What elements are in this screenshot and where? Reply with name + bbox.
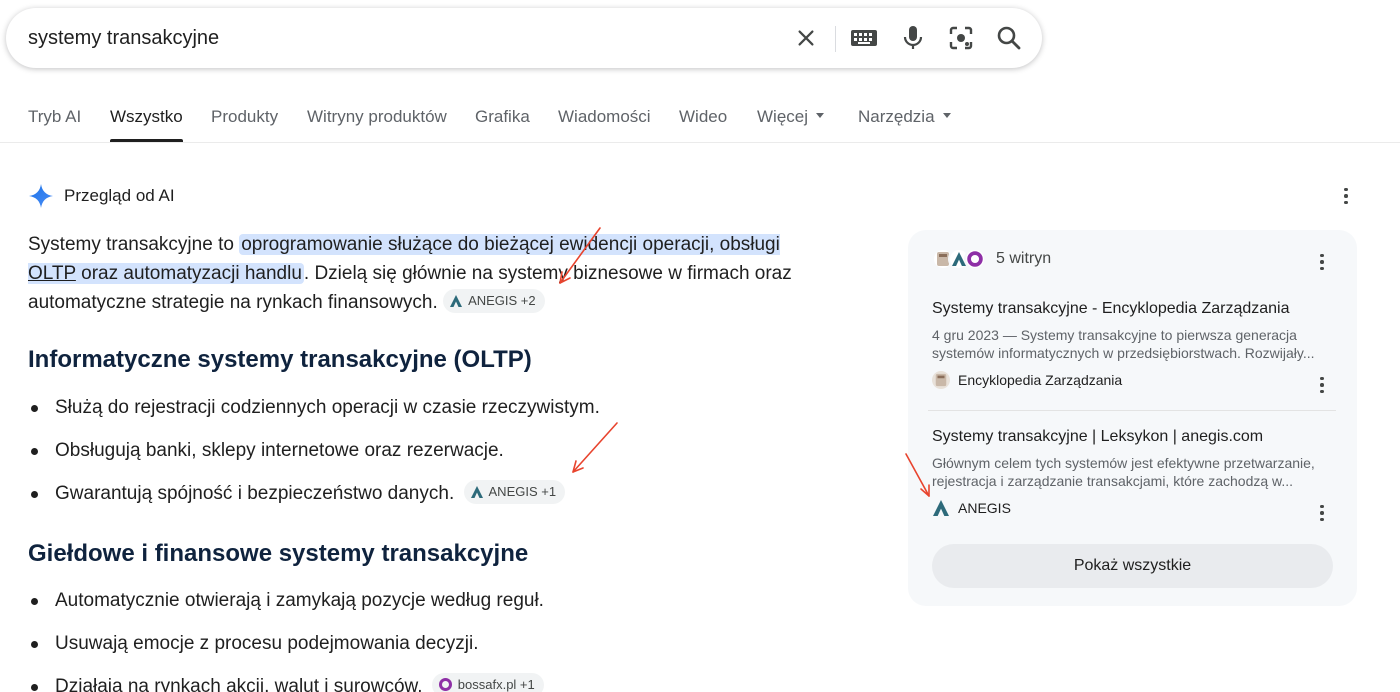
tab-witryny-produktow[interactable]: Witryny produktów	[307, 107, 447, 127]
sources-divider	[928, 410, 1336, 411]
anegis-favicon-icon	[932, 499, 950, 517]
list-item-text: Automatycznie otwierają i zamykają pozyc…	[55, 590, 544, 611]
search-icon[interactable]	[993, 22, 1025, 54]
list-item-text: Obsługują banki, sklepy internetowe oraz…	[55, 440, 504, 461]
chevron-down-icon	[816, 113, 825, 119]
list-item-text: Służą do rejestracji codziennych operacj…	[55, 397, 600, 418]
ai-overview-more-icon[interactable]	[1334, 184, 1358, 208]
section-heading-oltp: Informatyczne systemy transakcyjne (OLTP…	[28, 346, 532, 373]
source-more-icon[interactable]	[1310, 501, 1334, 525]
source-site: Encyklopedia Zarządzania	[932, 371, 1336, 389]
list-item-text: Gwarantują spójność i bezpieczeństwo dan…	[55, 483, 455, 504]
source-chip-bossafx[interactable]: bossafx.pl +1	[431, 672, 544, 692]
tab-wszystko[interactable]: Wszystko	[110, 107, 183, 127]
tab-wiecej-label: Więcej	[757, 107, 809, 126]
tab-produkty[interactable]: Produkty	[211, 107, 278, 127]
keyboard-icon[interactable]	[848, 22, 880, 54]
source-favicons	[932, 248, 986, 270]
section-list-oltp: Służą do rejestracji codziennych operacj…	[28, 395, 600, 507]
search-tabs: Tryb AI Wszystko Produkty Witryny produk…	[0, 96, 1400, 143]
search-input[interactable]	[28, 8, 768, 68]
sources-panel-header[interactable]: 5 witryn	[932, 248, 1051, 270]
source-chip-anegis[interactable]: ANEGIS +1	[463, 479, 566, 504]
intro-highlight-text-2: oraz automatyzacji handlu	[75, 263, 302, 284]
close-icon[interactable]	[790, 22, 822, 54]
section-list-gieldowe: Automatycznie otwierają i zamykają pozyc…	[28, 588, 544, 692]
source-card[interactable]: Systemy transakcyjne - Encyklopedia Zarz…	[932, 300, 1336, 389]
list-item: Usuwają emocje z procesu podejmowania de…	[28, 631, 544, 657]
section-heading-gieldowe: Giełdowe i finansowe systemy transakcyjn…	[28, 540, 529, 567]
mic-icon[interactable]	[897, 22, 929, 54]
sources-panel: 5 witryn Systemy transakcyjne - Encyklop…	[908, 230, 1357, 606]
source-title[interactable]: Systemy transakcyjne | Leksykon | anegis…	[932, 428, 1336, 446]
source-title[interactable]: Systemy transakcyjne - Encyklopedia Zarz…	[932, 300, 1336, 318]
anegis-logo-icon	[470, 485, 483, 498]
search-divider	[835, 26, 836, 52]
list-item-text: Działają na rynkach akcji, walut i surow…	[55, 676, 423, 692]
tab-narzedzia-label: Narzędzia	[858, 107, 935, 126]
list-item: Obsługują banki, sklepy internetowe oraz…	[28, 438, 600, 464]
source-chip-label: ANEGIS +1	[488, 483, 557, 499]
tab-wideo[interactable]: Wideo	[679, 107, 727, 127]
bossafx-favicon-icon	[964, 248, 986, 270]
encyklopedia-favicon-icon	[932, 371, 950, 389]
source-card[interactable]: Systemy transakcyjne | Leksykon | anegis…	[932, 428, 1336, 517]
source-site-name: ANEGIS	[958, 500, 1011, 516]
active-tab-indicator	[110, 139, 183, 142]
tab-wiadomosci[interactable]: Wiadomości	[558, 107, 651, 127]
source-snippet: 4 gru 2023 — Systemy transakcyjne to pie…	[932, 327, 1315, 361]
intro-highlight-text-1: oprogramowanie służące do bieżącej ewide…	[241, 234, 780, 255]
ai-overview-header: Przegląd od AI	[28, 181, 175, 211]
list-item: Działają na rynkach akcji, walut i surow…	[28, 672, 544, 692]
chevron-down-icon	[942, 113, 951, 119]
source-chip-anegis[interactable]: ANEGIS +2	[443, 288, 545, 313]
tab-grafika[interactable]: Grafika	[475, 107, 530, 127]
ai-overview-intro: Systemy transakcyjne to oprogramowanie s…	[28, 230, 828, 317]
tab-wiecej[interactable]: Więcej	[757, 107, 825, 127]
search-bar	[6, 8, 1042, 68]
tab-narzedzia[interactable]: Narzędzia	[858, 107, 951, 127]
ai-overview-title: Przegląd od AI	[64, 186, 175, 205]
source-more-icon[interactable]	[1310, 373, 1334, 397]
source-site-name: Encyklopedia Zarządzania	[958, 372, 1123, 388]
list-item: Gwarantują spójność i bezpieczeństwo dan…	[28, 479, 600, 507]
anegis-logo-icon	[450, 294, 463, 307]
list-item: Służą do rejestracji codziennych operacj…	[28, 395, 600, 421]
source-snippet: Głównym celem tych systemów jest efektyw…	[932, 455, 1315, 489]
list-item: Automatycznie otwierają i zamykają pozyc…	[28, 588, 544, 614]
source-site: ANEGIS	[932, 499, 1336, 517]
oltp-link[interactable]: OLTP	[28, 263, 76, 284]
sources-panel-more-icon[interactable]	[1310, 250, 1334, 274]
source-chip-label: ANEGIS +2	[468, 293, 536, 309]
camera-lens-icon[interactable]	[945, 22, 977, 54]
source-chip-label: bossafx.pl +1	[457, 676, 535, 692]
gemini-sparkle-icon	[29, 184, 53, 208]
show-all-button[interactable]: Pokaż wszystkie	[932, 544, 1333, 588]
list-item-text: Usuwają emocje z procesu podejmowania de…	[55, 633, 479, 654]
bossafx-logo-icon	[438, 678, 452, 692]
tab-tryb-ai[interactable]: Tryb AI	[28, 107, 81, 127]
intro-text-1: Systemy transakcyjne to	[28, 234, 240, 255]
sources-count: 5 witryn	[996, 250, 1052, 267]
